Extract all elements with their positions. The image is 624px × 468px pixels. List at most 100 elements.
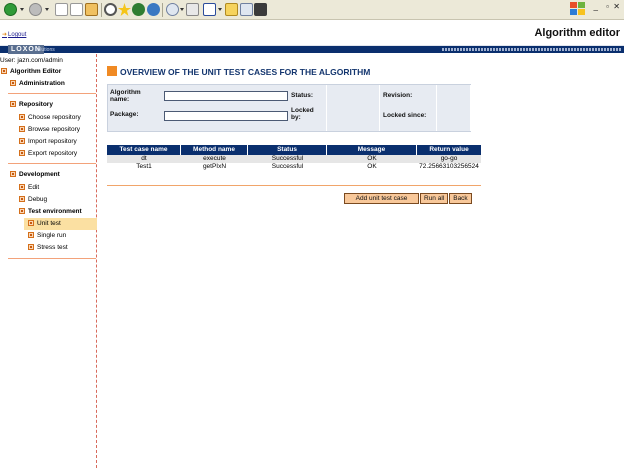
table-header-row: Test case name Method name Status Messag…	[107, 145, 481, 155]
close-icon[interactable]: ✕	[613, 2, 620, 11]
sidebar-item-label: Test environment	[28, 208, 82, 215]
locked-since-label: Locked since:	[383, 112, 427, 119]
sidebar-item-administration[interactable]: Administration	[10, 80, 65, 87]
forward-icon[interactable]	[29, 3, 42, 16]
print-icon[interactable]	[186, 3, 199, 16]
minimize-icon[interactable]: _	[594, 2, 598, 11]
stop-icon[interactable]	[55, 3, 68, 16]
sidebar-item-development[interactable]: Development	[10, 171, 60, 178]
edit-icon[interactable]	[203, 3, 216, 16]
forward-dropdown-icon[interactable]	[45, 8, 49, 11]
return-value-cell: go-go	[440, 155, 458, 162]
back-button[interactable]: Back	[449, 193, 472, 204]
column-header-message[interactable]: Message	[327, 145, 417, 155]
locked-by-label: Locked by:	[291, 107, 314, 121]
sidebar-item-repository[interactable]: Repository	[10, 101, 53, 108]
sidebar: User: jazn.com/admin Algorithm Editor Ad…	[0, 54, 97, 468]
unit-test-table: Test case name Method name Status Messag…	[107, 145, 481, 171]
sidebar-item-unit-test[interactable]: Unit test	[28, 220, 61, 227]
revision-value-cell	[436, 85, 471, 131]
history-icon[interactable]	[147, 3, 160, 16]
sidebar-item-label: Edit	[28, 184, 40, 191]
sidebar-item-label: Unit test	[37, 220, 61, 227]
logout-arrow-icon: ➜	[2, 32, 8, 38]
folder-icon[interactable]	[225, 3, 238, 16]
search-icon[interactable]	[104, 3, 117, 16]
page-heading: OVERVIEW OF THE UNIT TEST CASES FOR THE …	[107, 66, 370, 77]
sidebar-item-single-run[interactable]: Single run	[28, 232, 66, 239]
sidebar-item-debug[interactable]: Debug	[19, 196, 47, 203]
item-box-icon	[19, 114, 25, 120]
browser-toolbar: _ ▫ ✕	[0, 0, 624, 20]
sidebar-item-label: Stress test	[37, 244, 68, 251]
test-case-name-cell: dt	[141, 155, 147, 162]
toolbar-separator	[101, 3, 102, 17]
refresh-icon[interactable]	[70, 3, 83, 16]
edit-dropdown-icon[interactable]	[218, 8, 222, 11]
status-cell: Successful	[271, 155, 304, 162]
column-header-method-name[interactable]: Method name	[181, 145, 248, 155]
message-cell: OK	[367, 163, 377, 170]
item-box-icon	[28, 244, 34, 250]
item-box-icon	[28, 232, 34, 238]
action-buttons: Add unit test case Run all Back	[344, 193, 472, 204]
home-icon[interactable]	[85, 3, 98, 16]
sidebar-divider	[8, 258, 96, 259]
sidebar-item-label: Import repository	[28, 138, 77, 145]
sidebar-item-label: Repository	[19, 101, 53, 108]
brand-subtitle: solutions	[35, 47, 55, 53]
messenger-icon[interactable]	[240, 3, 253, 16]
item-box-icon	[19, 150, 25, 156]
expand-box-icon	[10, 101, 16, 107]
research-icon[interactable]	[254, 3, 267, 16]
mail-icon[interactable]	[166, 3, 179, 16]
column-header-test-case-name[interactable]: Test case name	[107, 145, 181, 155]
sidebar-item-import-repository[interactable]: Import repository	[19, 138, 77, 145]
main-content: OVERVIEW OF THE UNIT TEST CASES FOR THE …	[98, 54, 624, 468]
back-icon[interactable]	[4, 3, 17, 16]
windows-logo-icon	[570, 2, 586, 17]
brand-grip	[442, 48, 622, 51]
package-label: Package:	[110, 111, 139, 118]
algorithm-name-input[interactable]	[164, 91, 288, 101]
sidebar-item-choose-repository[interactable]: Choose repository	[19, 114, 81, 121]
expand-box-icon	[10, 171, 16, 177]
algorithm-info-form: Algorithm name: Package: Status: Locked …	[107, 84, 471, 132]
mail-dropdown-icon[interactable]	[180, 8, 184, 11]
sidebar-item-label: Single run	[37, 232, 67, 239]
sidebar-item-test-environment[interactable]: Test environment	[19, 208, 82, 215]
heading-square-icon	[107, 66, 117, 76]
sidebar-item-label: Administration	[19, 80, 65, 87]
favorites-icon[interactable]	[118, 3, 131, 16]
sidebar-item-label: Choose repository	[28, 114, 81, 121]
column-header-status[interactable]: Status	[248, 145, 327, 155]
run-all-button[interactable]: Run all	[420, 193, 449, 204]
add-unit-test-case-button[interactable]: Add unit test case	[344, 193, 419, 204]
back-dropdown-icon[interactable]	[20, 8, 24, 11]
package-input[interactable]	[164, 111, 288, 121]
sidebar-item-stress-test[interactable]: Stress test	[28, 244, 68, 251]
table-row[interactable]: dt execute Successful OK go-go	[107, 155, 481, 163]
method-name-cell: getPIxN	[202, 163, 227, 170]
status-value-cell	[326, 85, 380, 131]
item-box-icon	[19, 126, 25, 132]
item-box-icon	[19, 196, 25, 202]
media-icon[interactable]	[132, 3, 145, 16]
sidebar-item-browse-repository[interactable]: Browse repository	[19, 126, 80, 133]
message-cell: OK	[367, 155, 377, 162]
sidebar-item-export-repository[interactable]: Export repository	[19, 150, 77, 157]
logout-label: Logout	[8, 32, 27, 38]
item-box-icon	[19, 138, 25, 144]
test-case-name-cell: Test1	[136, 163, 152, 170]
table-row[interactable]: Test1 getPIxN Successful OK 72.256631032…	[107, 163, 481, 171]
sidebar-item-algorithm-editor[interactable]: Algorithm Editor	[1, 68, 61, 75]
logout-link[interactable]: ➜Logout	[2, 31, 26, 38]
sidebar-divider	[8, 93, 96, 94]
sidebar-divider	[8, 163, 96, 164]
column-header-return-value[interactable]: Return value	[417, 145, 481, 155]
sidebar-item-edit[interactable]: Edit	[19, 184, 39, 191]
sidebar-item-label: Algorithm Editor	[10, 68, 62, 75]
return-value-cell: 72.25663103256524	[419, 163, 479, 170]
restore-icon[interactable]: ▫	[606, 2, 609, 11]
item-box-icon	[19, 184, 25, 190]
